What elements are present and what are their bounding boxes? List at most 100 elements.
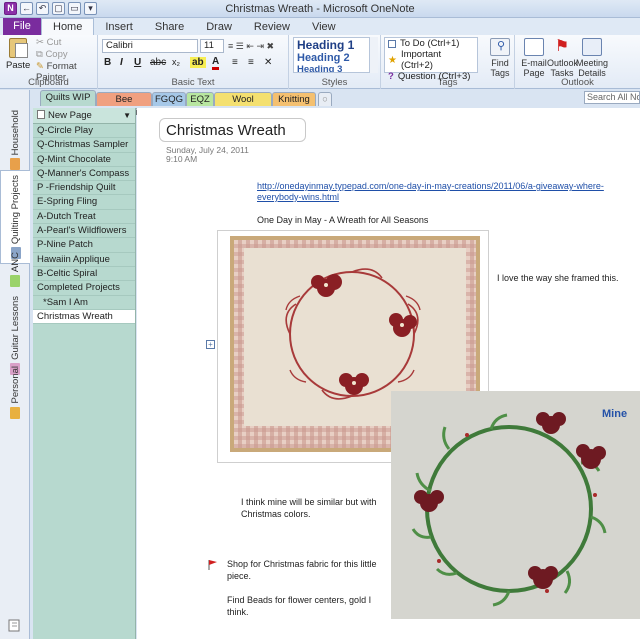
find-tags-label: Find Tags — [490, 58, 510, 78]
flag-icon[interactable] — [208, 560, 218, 570]
page-item[interactable]: Q-Circle Play — [33, 124, 135, 139]
add-section-icon[interactable]: ○ — [318, 92, 332, 106]
highlight-icon[interactable]: ab — [190, 57, 206, 68]
note-similar[interactable]: I think mine will be similar but with Ch… — [241, 496, 381, 520]
page-item[interactable]: Q-Mint Chocolate — [33, 153, 135, 167]
notebook-household[interactable]: Household — [0, 110, 30, 171]
notebook-guitar-lessons[interactable]: Guitar Lessons — [0, 296, 30, 375]
notebook-personal[interactable]: Personal — [0, 366, 30, 419]
page-item[interactable]: Q-Manner's Compass — [33, 167, 135, 182]
tab-file[interactable]: File — [3, 18, 41, 35]
section-fgqg[interactable]: FGQG — [152, 92, 186, 106]
title-bar: N ← ↶ ▢ ▭ ▾ Christmas Wreath - Microsoft… — [0, 0, 640, 18]
note-beads[interactable]: Find Beads for flower centers, gold I th… — [227, 594, 377, 618]
page-item[interactable]: A-Dutch Treat — [33, 210, 135, 225]
checkbox-icon — [388, 39, 396, 48]
cut-button[interactable]: ✂ Cut — [36, 37, 61, 48]
section-eqz[interactable]: EQZ — [186, 92, 214, 106]
section-wool-gathers[interactable]: Wool Gathers — [214, 92, 272, 118]
tab-home[interactable]: Home — [41, 18, 95, 35]
note-framed[interactable]: I love the way she framed this. — [497, 273, 619, 283]
bullets-icon[interactable]: ≡ — [228, 41, 233, 51]
tab-review[interactable]: Review — [243, 20, 301, 35]
expand-icon[interactable]: + — [206, 340, 215, 349]
source-link[interactable]: http://onedayinmay.typepad.com/one-day-i… — [257, 181, 640, 203]
tab-draw[interactable]: Draw — [195, 20, 243, 35]
tag-todo[interactable]: To Do (Ctrl+1) — [388, 38, 474, 49]
paste-icon — [9, 38, 28, 58]
style-heading-1[interactable]: Heading 1 — [297, 39, 373, 52]
notebook-household-icon — [10, 158, 20, 171]
star-icon: ★ — [388, 54, 397, 66]
align-left-icon[interactable]: ≡ — [232, 57, 238, 68]
notebook-personal-label: Personal — [9, 366, 21, 404]
page-item[interactable]: Completed Projects — [33, 281, 135, 296]
font-name-select[interactable]: Calibri — [102, 39, 198, 53]
indent-icon[interactable]: ⇥ — [256, 41, 264, 51]
styles-scrollbar[interactable] — [369, 37, 378, 73]
italic-button[interactable]: I — [120, 57, 123, 68]
my-wreath-photo[interactable] — [391, 391, 640, 619]
tab-view[interactable]: View — [301, 20, 347, 35]
bold-button[interactable]: B — [104, 57, 111, 68]
underline-button[interactable]: U — [134, 57, 141, 68]
page-item[interactable]: Hawaiin Applique — [33, 253, 135, 267]
section-knitting[interactable]: Knitting — [272, 92, 316, 106]
note-subtitle[interactable]: One Day in May - A Wreath for All Season… — [257, 215, 428, 225]
chevron-down-icon[interactable]: ▼ — [123, 108, 131, 124]
tab-share[interactable]: Share — [144, 20, 195, 35]
unfiled-notes-icon[interactable] — [8, 618, 22, 632]
style-heading-2[interactable]: Heading 2 — [297, 52, 373, 64]
outlook-tasks-label: Outlook Tasks — [547, 58, 579, 78]
email-page-button[interactable]: E-mail Page — [519, 38, 549, 78]
note-shop[interactable]: Shop for Christmas fabric for this littl… — [227, 558, 377, 582]
flag-icon: ⚑ — [554, 38, 570, 55]
search-input[interactable]: Search All Notebooks — [584, 91, 640, 104]
style-heading-3[interactable]: Heading 3 — [297, 64, 373, 72]
page-canvas[interactable]: Christmas Wreath Sunday, July 24, 2011 9… — [137, 108, 640, 639]
strikethrough-icon[interactable]: abc — [150, 57, 166, 68]
tags-gallery: To Do (Ctrl+1) ★ Important (Ctrl+2) ? Ques… — [384, 37, 478, 82]
notebook-guitar-label: Guitar Lessons — [9, 296, 21, 360]
notebook-quilting-label: Quilting Projects — [10, 175, 21, 245]
paste-button[interactable]: Paste — [6, 38, 30, 71]
ribbon: Paste ✂ Cut ⧉ Copy ✎ Format Painter Clip… — [0, 35, 640, 89]
font-size-select[interactable]: 11 — [200, 39, 224, 53]
page-item[interactable]: P -Friendship Quilt — [33, 181, 135, 196]
meeting-details-button[interactable]: Meeting Details — [576, 38, 608, 78]
copy-button[interactable]: ⧉ Copy — [36, 49, 68, 60]
page-item[interactable]: P-Nine Patch — [33, 238, 135, 253]
list-controls: ≡ ☰ ⇤ ⇥ ✖ — [228, 41, 274, 52]
page-item[interactable]: Q-Christmas Sampler — [33, 138, 135, 153]
new-page-button[interactable]: New Page ▼ — [33, 108, 135, 124]
tab-insert[interactable]: Insert — [94, 20, 144, 35]
page-title[interactable]: Christmas Wreath — [166, 122, 286, 139]
page-time: 9:10 AM — [166, 154, 198, 164]
subscript-icon[interactable]: x₂ — [172, 57, 180, 67]
outlook-tasks-button[interactable]: ⚑ Outlook Tasks — [547, 38, 579, 78]
notebook-navigation: Household Quilting Projects ANC Guitar L… — [0, 90, 30, 639]
question-icon: ? — [388, 71, 394, 82]
notebook-anc-icon — [10, 275, 20, 288]
find-tags-icon: ⚲ — [490, 38, 510, 56]
tag-important[interactable]: ★ Important (Ctrl+2) — [388, 49, 474, 71]
page-item-selected[interactable]: Christmas Wreath — [33, 309, 135, 325]
notebook-quilting-projects[interactable]: Quilting Projects — [0, 170, 30, 265]
page-item[interactable]: E-Spring Fling — [33, 195, 135, 210]
section-bee-splendid[interactable]: Bee Splendid — [96, 92, 152, 118]
page-item[interactable]: A-Pearl's Wildflowers — [33, 224, 135, 239]
delete-icon[interactable]: ✕ — [264, 57, 272, 68]
meeting-details-label: Meeting Details — [576, 58, 609, 78]
find-tags-button[interactable]: ⚲ Find Tags — [486, 38, 514, 78]
notebook-anc[interactable]: ANC — [0, 252, 30, 288]
align-center-icon[interactable]: ≡ — [248, 57, 254, 68]
numbering-icon[interactable]: ☰ — [236, 41, 244, 51]
outdent-icon[interactable]: ⇤ — [246, 41, 254, 51]
page-item[interactable]: *Sam I Am — [33, 296, 135, 310]
tag-question[interactable]: ? Question (Ctrl+3) — [388, 71, 474, 82]
font-color-icon[interactable]: A — [212, 57, 220, 70]
page-item[interactable]: B-Celtic Spiral — [33, 267, 135, 282]
styles-gallery: Heading 1 Heading 2 Heading 3 — [293, 37, 377, 73]
clear-formatting-icon[interactable]: ✖ — [267, 41, 275, 51]
section-quilts-wip[interactable]: Quilts WIP — [40, 90, 96, 106]
